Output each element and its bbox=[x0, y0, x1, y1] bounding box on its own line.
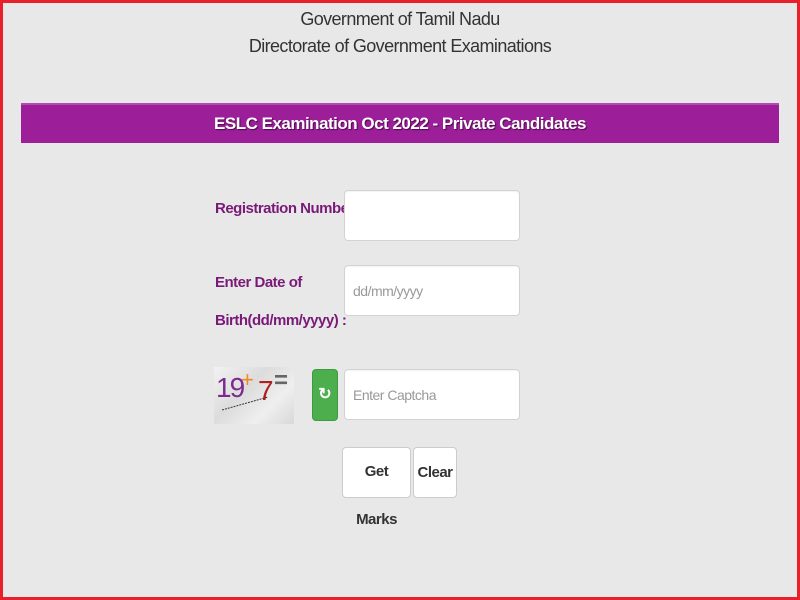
captcha-refresh-button[interactable]: ↻ bbox=[312, 369, 338, 421]
captcha-noise-line bbox=[221, 396, 269, 411]
captcha-input[interactable] bbox=[344, 369, 520, 420]
exam-banner: ESLC Examination Oct 2022 - Private Cand… bbox=[21, 103, 779, 143]
registration-number-label: Registration Number : bbox=[215, 200, 363, 217]
dob-label-line1: Enter Date of bbox=[215, 274, 302, 291]
directorate-title: Directorate of Government Examinations bbox=[248, 36, 552, 56]
captcha-image: 19 + 7 = bbox=[214, 367, 294, 424]
refresh-icon: ↻ bbox=[318, 386, 332, 403]
clear-button[interactable]: Clear bbox=[413, 447, 457, 498]
government-title: Government of Tamil Nadu bbox=[300, 9, 500, 29]
dob-label-line2: Birth(dd/mm/yyyy) : bbox=[215, 312, 347, 329]
get-marks-button[interactable]: Get Marks bbox=[342, 447, 411, 528]
page-header: Government of Tamil Nadu Directorate of … bbox=[0, 6, 800, 60]
dob-input[interactable] bbox=[344, 265, 520, 316]
registration-number-input[interactable] bbox=[344, 190, 520, 241]
